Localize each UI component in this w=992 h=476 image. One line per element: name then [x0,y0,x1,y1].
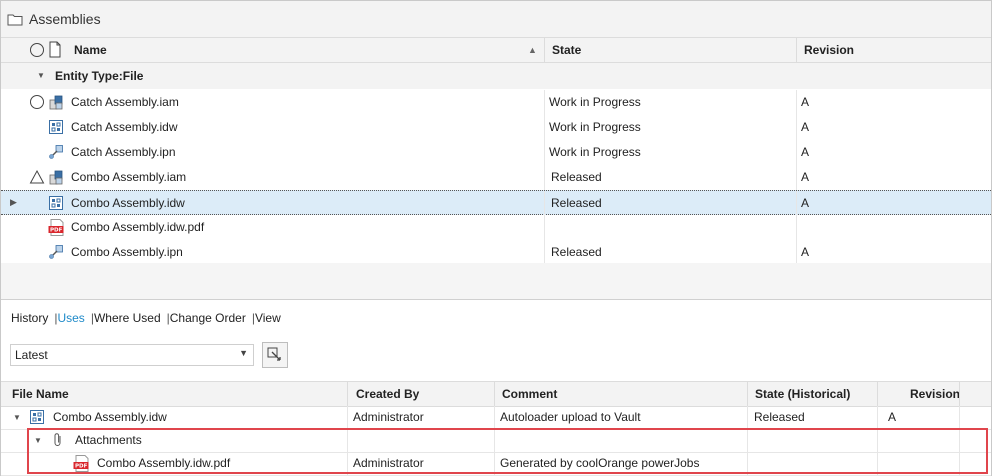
drawing-icon [48,119,64,138]
tab-where-used[interactable]: Where Used [94,311,161,325]
file-state: Work in Progress [549,120,641,134]
uses-row-combo-idw[interactable]: ▼ Combo Assembly.idw Administrator Autol… [1,406,991,430]
file-revision: A [801,196,810,210]
column-header-file-name[interactable]: File Name [12,382,69,406]
file-name: Combo Assembly.ipn [71,245,183,259]
title-bar: Assemblies [1,1,991,38]
file-revision: A [801,145,810,159]
svg-text:PDF: PDF [50,228,63,234]
revision: A [888,410,897,424]
file-name: Combo Assembly.idw [71,196,185,210]
column-header-revision[interactable]: Revision [804,38,854,62]
status-circle-icon[interactable] [29,94,45,110]
group-label: Entity Type:File [55,69,144,83]
group-row-entity-type[interactable]: ▼ Entity Type:File [1,63,991,89]
status-column-icon[interactable] [29,42,45,58]
pdf-icon: PDF [48,219,66,239]
file-name: Combo Assembly.idw.pdf [71,220,205,234]
file-revision: A [801,170,810,184]
column-header-state[interactable]: State [552,38,581,62]
file-name: Catch Assembly.iam [71,95,179,109]
file-name: Catch Assembly.ipn [71,145,176,159]
file-revision: A [801,120,810,134]
tab-uses[interactable]: Uses [57,311,84,325]
assembly-icon [48,169,64,188]
row-indicator-icon: ▶ [10,197,17,207]
file-state: Work in Progress [549,95,641,109]
file-column-icon[interactable] [48,41,62,58]
file-name: Combo Assembly.iam [71,170,187,184]
file-row[interactable]: Catch Assembly.iam Work in Progress A [1,90,991,116]
column-header-comment[interactable]: Comment [502,382,557,406]
file-row[interactable]: PDF Combo Assembly.idw.pdf [1,215,991,241]
uses-list-header: File Name Created By Comment State (Hist… [1,381,991,407]
file-row[interactable]: Catch Assembly.ipn Work in Progress A [1,140,991,166]
state: Released [754,410,805,424]
version-dropdown[interactable]: Latest ▼ [10,344,254,366]
file-list-empty-area [1,263,991,300]
file-state: Work in Progress [549,145,641,159]
file-list-header: Name ▲ State Revision [1,38,991,63]
vault-window: Assemblies Name ▲ State Revision ▼ Entit… [0,0,992,476]
file-revision: A [801,245,810,259]
tab-change-order[interactable]: Change Order [170,311,246,325]
column-header-created-by[interactable]: Created By [356,382,419,406]
file-row[interactable]: Catch Assembly.idw Work in Progress A [1,115,991,141]
pick-point-button[interactable] [262,342,288,368]
file-row[interactable]: Combo Assembly.iam Released A [1,165,991,191]
tab-view[interactable]: View [255,311,281,325]
file-revision: A [801,95,810,109]
comment: Autoloader upload to Vault [500,410,641,424]
magnify-arrow-icon [267,347,281,361]
presentation-icon [48,244,64,263]
column-header-name[interactable]: Name [74,38,107,62]
file-name: Catch Assembly.idw [71,120,178,134]
collapse-icon[interactable]: ▼ [37,71,45,80]
column-header-revision[interactable]: Revision [910,382,960,406]
folder-icon [7,14,23,26]
drawing-icon [30,410,44,424]
file-name: Combo Assembly.idw [53,410,167,424]
chevron-down-icon: ▼ [239,348,248,358]
assembly-icon [48,94,64,113]
detail-tabs: History |Uses |Where Used |Change Order |Vie… [11,311,281,325]
presentation-icon [48,144,64,163]
sort-ascending-icon: ▲ [528,45,537,55]
created-by: Administrator [353,410,424,424]
status-triangle-icon[interactable] [29,169,45,185]
window-title: Assemblies [29,11,101,27]
tab-history[interactable]: History [11,311,48,325]
version-dropdown-value: Latest [15,348,48,362]
column-header-state-historical[interactable]: State (Historical) [755,382,850,406]
file-state: Released [551,196,602,210]
file-state: Released [551,245,602,259]
file-state: Released [551,170,602,184]
collapse-icon[interactable]: ▼ [13,413,21,422]
highlight-box [27,428,988,474]
file-row[interactable]: ▶ Combo Assembly.idw Released A [1,190,991,216]
drawing-icon [48,195,64,214]
